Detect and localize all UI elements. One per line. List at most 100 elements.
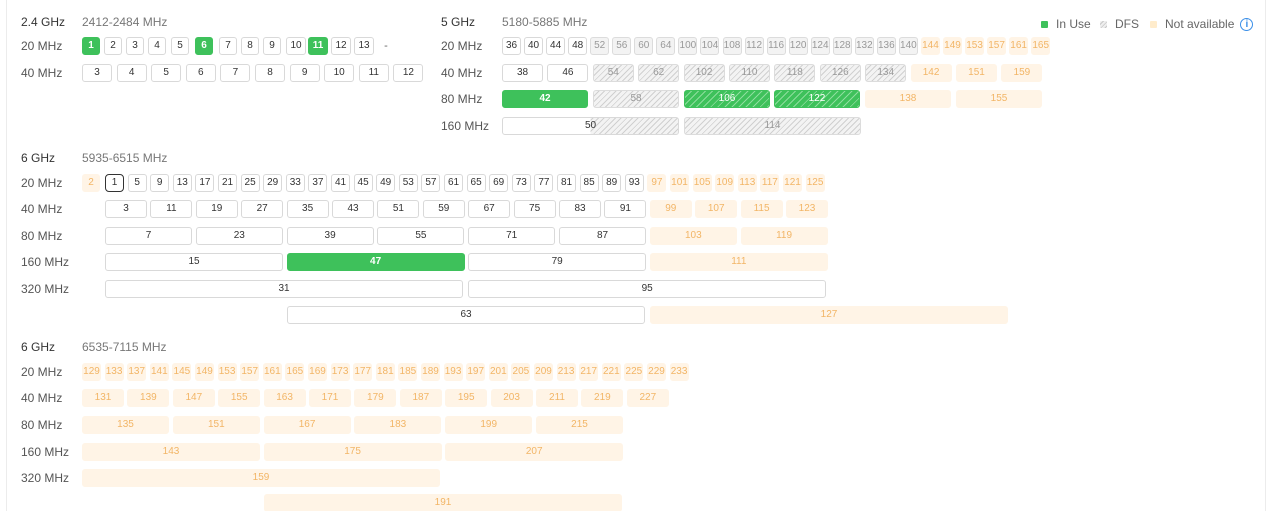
channel-61-button[interactable]: 61 [444,174,463,192]
channel-41-button[interactable]: 41 [331,174,350,192]
channel-35-button[interactable]: 35 [286,200,329,218]
channel-69-button[interactable]: 69 [489,174,509,192]
channel-71-button[interactable]: 71 [468,227,556,245]
channel-44-button[interactable]: 44 [546,37,566,55]
channel-57-button[interactable]: 57 [421,174,441,192]
channel-173-button[interactable]: 173 [330,363,350,381]
channel-233-button[interactable]: 233 [669,363,689,381]
channel-55-button[interactable]: 55 [377,227,465,245]
channel-169-button[interactable]: 169 [308,363,327,381]
channel-175-button[interactable]: 175 [263,443,442,461]
channel-45-button[interactable]: 45 [353,174,373,192]
channel-165-button[interactable]: 165 [1031,37,1051,55]
channel-12-button[interactable]: 12 [393,64,424,82]
channel-31-button[interactable]: 31 [105,280,463,298]
channel-64-button[interactable]: 64 [656,37,676,55]
channel-167-button[interactable]: 167 [263,416,351,434]
channel-145-button[interactable]: 145 [172,363,192,381]
channel-203-button[interactable]: 203 [490,389,533,407]
channel-126-button[interactable]: 126 [819,64,861,82]
channel-37-button[interactable]: 37 [308,174,328,192]
channel-149-button[interactable]: 149 [195,363,214,381]
channel-116-button[interactable]: 116 [766,37,786,55]
channel-43-button[interactable]: 43 [332,200,374,218]
channel-225-button[interactable]: 225 [624,363,644,381]
channel-87-button[interactable]: 87 [559,227,646,245]
channel-27-button[interactable]: 27 [241,200,284,218]
channel-2-button[interactable]: 2 [104,37,122,55]
channel-3-button[interactable]: 3 [105,200,147,218]
channel-107-button[interactable]: 107 [695,200,738,218]
channel-211-button[interactable]: 211 [536,389,578,407]
channel-195-button[interactable]: 195 [445,389,488,407]
channel-123-button[interactable]: 123 [786,200,828,218]
channel-155-button[interactable]: 155 [956,90,1042,108]
channel-97-button[interactable]: 97 [647,174,667,192]
channel-104-button[interactable]: 104 [700,37,720,55]
channel-119-button[interactable]: 119 [740,227,828,245]
channel-108-button[interactable]: 108 [722,37,742,55]
channel-6-button[interactable]: 6 [185,64,216,82]
channel-213-button[interactable]: 213 [556,363,576,381]
channel-50-button[interactable]: 50 [502,117,679,135]
channel-5-button[interactable]: 5 [127,174,147,192]
channel-141-button[interactable]: 141 [149,363,169,381]
channel-33-button[interactable]: 33 [285,174,305,192]
channel-10-button[interactable]: 10 [286,37,306,55]
channel-215-button[interactable]: 215 [536,416,623,434]
channel-103-button[interactable]: 103 [649,227,737,245]
channel-118-button[interactable]: 118 [774,64,816,82]
channel-8-button[interactable]: 8 [241,37,259,55]
channel-40-button[interactable]: 40 [524,37,544,55]
channel-11-button[interactable]: 11 [308,37,328,55]
channel-129-button[interactable]: 129 [82,363,101,381]
channel-109-button[interactable]: 109 [715,174,735,192]
channel-163-button[interactable]: 163 [263,389,306,407]
channel-4-button[interactable]: 4 [116,64,147,82]
channel-165-button[interactable]: 165 [285,363,305,381]
channel-227-button[interactable]: 227 [626,389,669,407]
channel-79-button[interactable]: 79 [468,253,647,271]
channel-62-button[interactable]: 62 [638,64,680,82]
channel-73-button[interactable]: 73 [511,174,531,192]
channel-201-button[interactable]: 201 [488,363,508,381]
channel-120-button[interactable]: 120 [788,37,808,55]
channel-9-button[interactable]: 9 [150,174,170,192]
channel-9-button[interactable]: 9 [263,37,281,55]
channel-125-button[interactable]: 125 [805,174,825,192]
channel-132-button[interactable]: 132 [854,37,874,55]
channel-11-button[interactable]: 11 [150,200,193,218]
channel-10-button[interactable]: 10 [324,64,355,82]
channel-8-button[interactable]: 8 [255,64,285,82]
channel-155-button[interactable]: 155 [218,389,261,407]
channel-128-button[interactable]: 128 [832,37,852,55]
channel-15-button[interactable]: 15 [105,253,283,271]
channel-6-button[interactable]: 6 [195,37,213,55]
channel-114-button[interactable]: 114 [684,117,861,135]
channel-46-button[interactable]: 46 [547,64,589,82]
channel-19-button[interactable]: 19 [195,200,238,218]
channel-187-button[interactable]: 187 [399,389,442,407]
channel-177-button[interactable]: 177 [353,363,373,381]
channel-151-button[interactable]: 151 [172,416,260,434]
channel-179-button[interactable]: 179 [354,389,397,407]
channel-51-button[interactable]: 51 [377,200,420,218]
channel-161-button[interactable]: 161 [1009,37,1029,55]
channel-229-button[interactable]: 229 [647,363,666,381]
channel-135-button[interactable]: 135 [82,416,169,434]
channel-5-button[interactable]: 5 [151,64,182,82]
channel-85-button[interactable]: 85 [579,174,599,192]
channel-36-button[interactable]: 36 [502,37,521,55]
channel-38-button[interactable]: 38 [502,64,543,82]
channel-39-button[interactable]: 39 [286,227,374,245]
channel-47-button[interactable]: 47 [286,253,465,271]
channel-7-button[interactable]: 7 [105,227,192,245]
channel-100-button[interactable]: 100 [678,37,698,55]
channel-159-button[interactable]: 159 [82,469,440,487]
channel-77-button[interactable]: 77 [534,174,554,192]
channel-131-button[interactable]: 131 [82,389,124,407]
channel-209-button[interactable]: 209 [534,363,553,381]
channel-147-button[interactable]: 147 [172,389,215,407]
channel-58-button[interactable]: 58 [593,90,679,108]
channel-7-button[interactable]: 7 [219,37,237,55]
